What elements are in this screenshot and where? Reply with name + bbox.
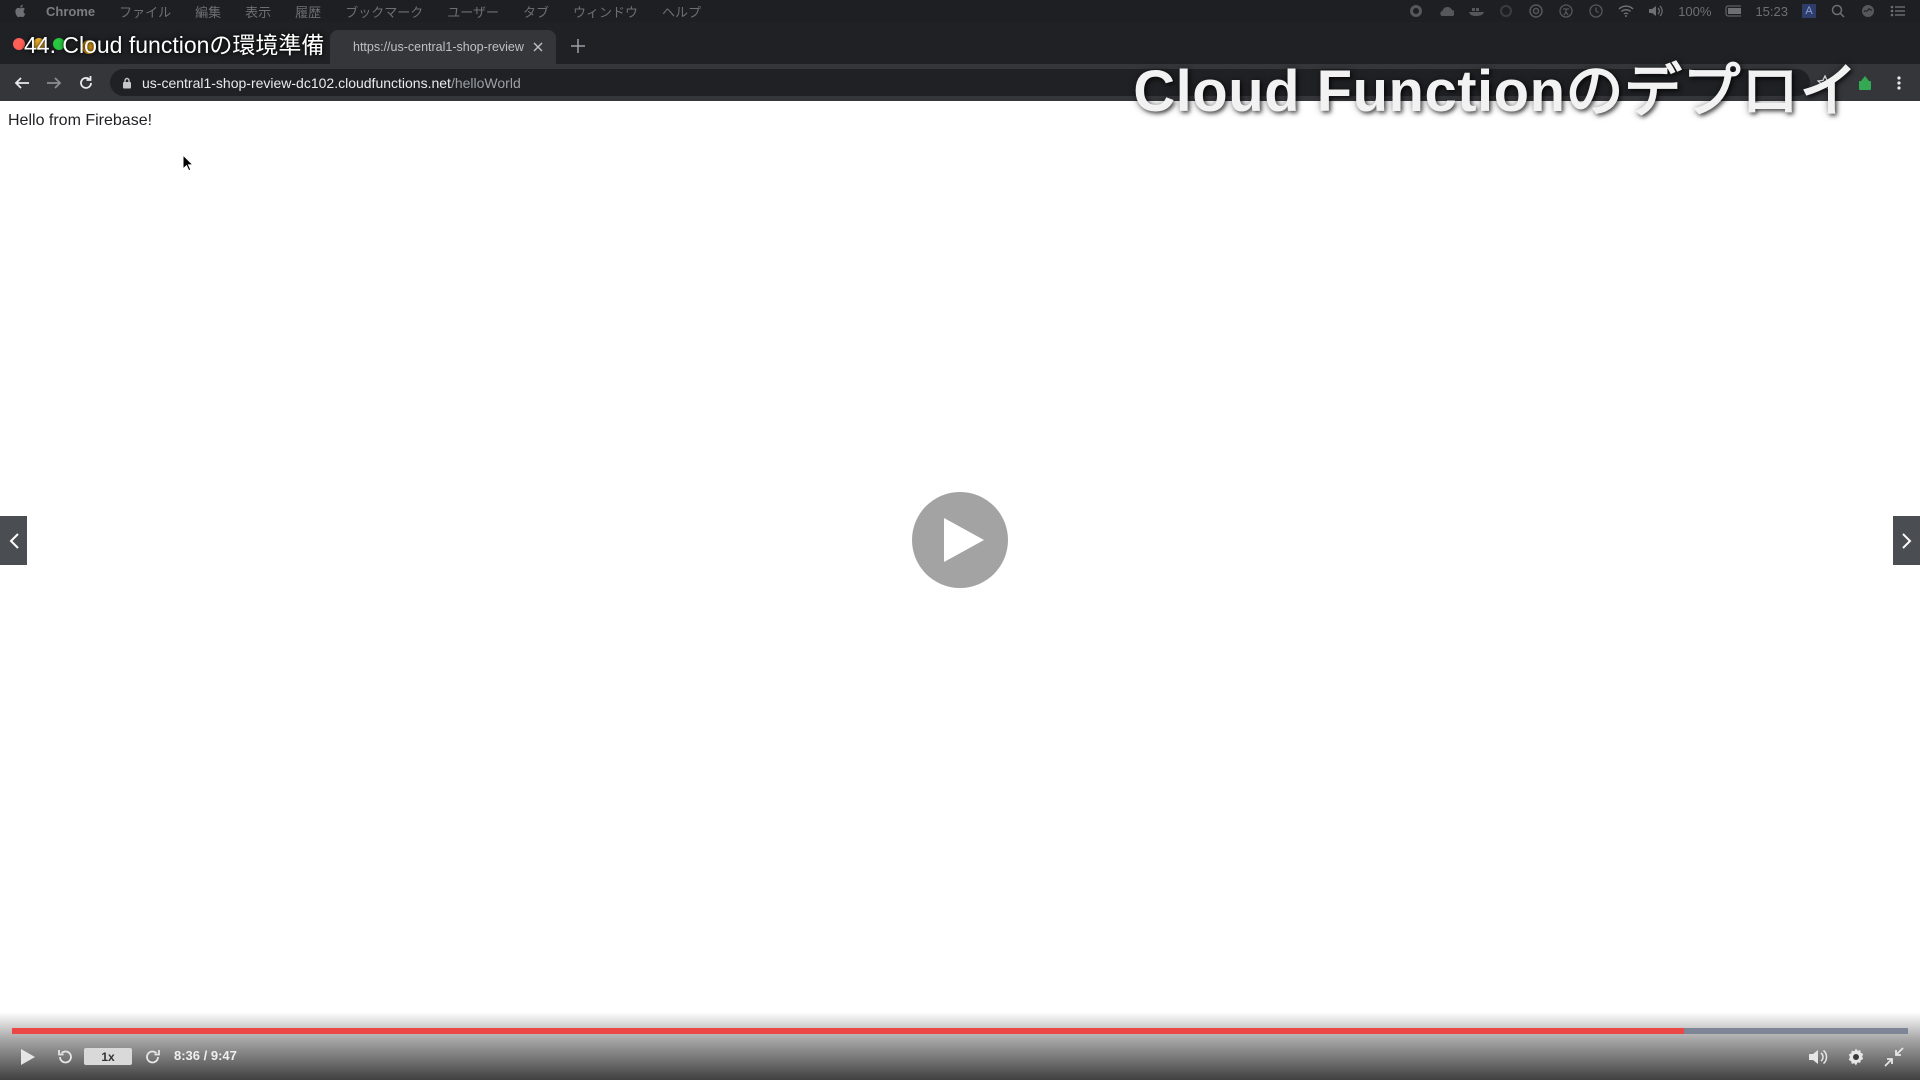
- record-icon[interactable]: [1408, 4, 1424, 18]
- chevron-right-icon: [1901, 532, 1911, 549]
- target-icon[interactable]: [1528, 4, 1544, 18]
- wifi-icon[interactable]: [1618, 4, 1634, 18]
- apple-icon[interactable]: [14, 4, 28, 18]
- new-tab-button[interactable]: [568, 36, 588, 56]
- video-progress-bar[interactable]: [12, 1028, 1908, 1034]
- close-tab-icon[interactable]: [530, 39, 546, 55]
- spotlight-search-icon[interactable]: [1830, 4, 1846, 18]
- volume-icon: [1809, 1049, 1828, 1065]
- menu-app-chrome[interactable]: Chrome: [46, 4, 95, 19]
- siri-icon[interactable]: [1860, 4, 1876, 18]
- menu-view[interactable]: 表示: [245, 2, 271, 21]
- menu-help[interactable]: ヘルプ: [662, 2, 701, 21]
- input-source-icon[interactable]: A: [1802, 4, 1816, 18]
- rewind-icon: [58, 1050, 72, 1064]
- notification-center-icon[interactable]: [1890, 4, 1906, 18]
- focus-icon[interactable]: [1498, 4, 1514, 18]
- next-lecture-button[interactable]: [1893, 516, 1920, 565]
- input-source-label: A: [1805, 5, 1813, 17]
- video-progress-fill: [12, 1028, 1685, 1034]
- battery-icon[interactable]: [1725, 4, 1742, 18]
- forward-button[interactable]: [43, 72, 65, 94]
- tab-active[interactable]: https://us-central1-shop-review: [330, 30, 556, 64]
- slide-caption: Cloud Functionのデプロイ: [1133, 59, 1858, 124]
- battery-percentage: 100%: [1678, 3, 1712, 19]
- forward-skip-icon: [146, 1050, 160, 1064]
- menu-history[interactable]: 履歴: [295, 2, 321, 21]
- gear-icon: [1848, 1048, 1864, 1066]
- previous-lecture-button[interactable]: [0, 516, 27, 565]
- menu-people[interactable]: ユーザー: [447, 2, 499, 21]
- menu-window[interactable]: ウィンドウ: [573, 2, 638, 21]
- exit-fullscreen-button[interactable]: [1882, 1045, 1906, 1069]
- menubar-clock[interactable]: 15:23: [1755, 4, 1788, 19]
- url-path: /helloWorld: [450, 74, 521, 91]
- chrome-menu-icon[interactable]: [1888, 72, 1910, 94]
- docker-icon[interactable]: [1468, 4, 1485, 18]
- active-tab-title: https://us-central1-shop-review: [353, 40, 524, 54]
- menu-edit[interactable]: 編集: [195, 2, 221, 21]
- play-button[interactable]: [16, 1045, 40, 1069]
- back-button[interactable]: [11, 72, 33, 94]
- chevron-left-icon: [9, 532, 19, 549]
- mouse-cursor-icon: [182, 154, 194, 172]
- lecture-title: 44. Cloud functionの環境準備: [24, 32, 325, 58]
- page-body-text: Hello from Firebase!: [8, 112, 153, 129]
- cloud-icon[interactable]: [1438, 4, 1455, 18]
- playback-time: 8:36 / 9:47: [174, 1048, 237, 1063]
- play-small-icon: [21, 1049, 35, 1065]
- volume-button[interactable]: [1806, 1045, 1830, 1069]
- forward-skip-button[interactable]: [142, 1045, 164, 1069]
- video-controls-bar: [0, 1012, 1920, 1080]
- volume-icon[interactable]: [1648, 4, 1664, 18]
- macos-menubar: Chrome ファイル 編集 表示 履歴 ブックマーク ユーザー タブ ウィンド…: [0, 0, 1920, 22]
- time-machine-icon[interactable]: [1588, 4, 1604, 18]
- menu-tab[interactable]: タブ: [523, 2, 549, 21]
- url-host: us-central1-shop-review-dc102.cloudfunct…: [142, 74, 451, 91]
- settings-button[interactable]: [1844, 1045, 1868, 1069]
- menubar-status-area: 100% 15:23 A: [1408, 4, 1906, 19]
- big-play-button[interactable]: [912, 492, 1008, 588]
- playback-speed-button[interactable]: 1x: [84, 1048, 132, 1065]
- lock-icon[interactable]: [122, 77, 132, 89]
- rewind-button[interactable]: [54, 1045, 76, 1069]
- exit-fullscreen-icon: [1884, 1047, 1904, 1067]
- accessibility-icon[interactable]: [1558, 4, 1574, 18]
- menu-file[interactable]: ファイル: [119, 2, 171, 21]
- play-icon: [944, 518, 984, 562]
- reload-button[interactable]: [75, 72, 97, 94]
- menu-bookmarks[interactable]: ブックマーク: [345, 2, 423, 21]
